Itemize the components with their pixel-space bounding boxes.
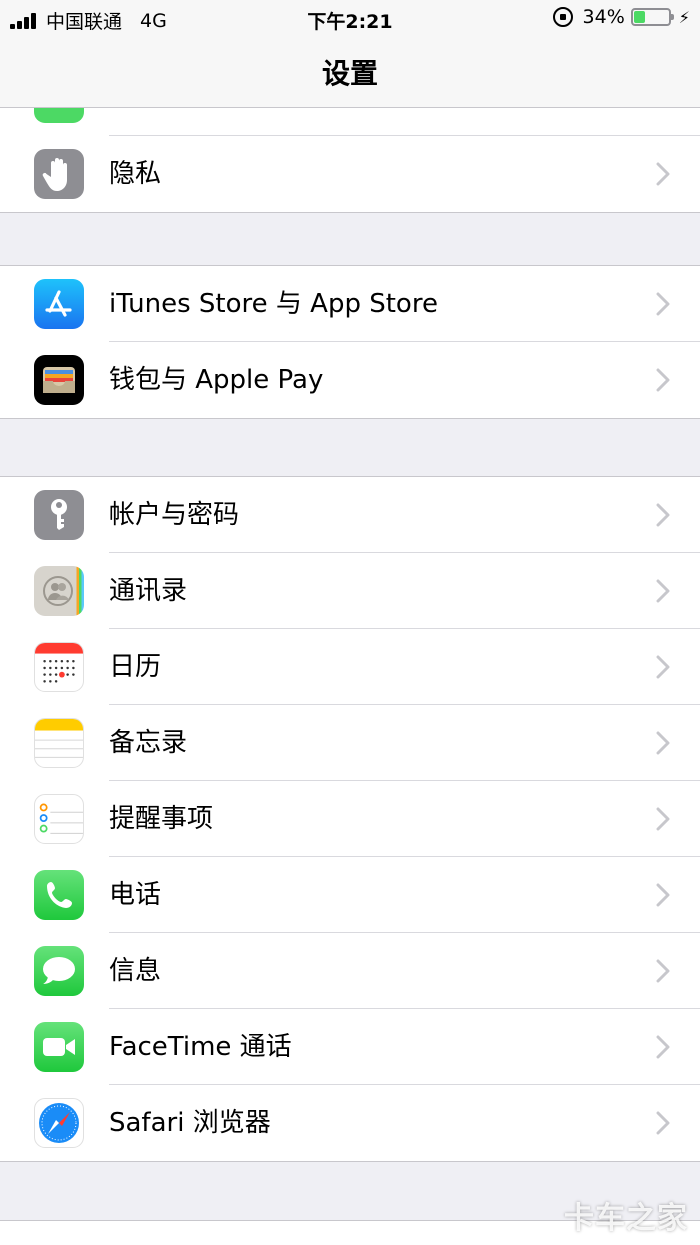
settings-row-safari[interactable]: Safari 浏览器 xyxy=(0,1085,700,1161)
chevron-right-icon xyxy=(656,883,670,907)
clapper-icon xyxy=(34,1229,84,1245)
settings-row-messages[interactable]: 信息 xyxy=(0,933,700,1009)
settings-row-label: 提醒事项 xyxy=(109,804,214,834)
chevron-right-icon xyxy=(656,807,670,831)
charging-bolt-icon: ⚡ xyxy=(678,7,690,27)
notes-icon xyxy=(34,718,84,768)
settings-row-label: 隐私 xyxy=(109,159,162,189)
chevron-right-icon xyxy=(656,162,670,186)
settings-row-label: 钱包与 Apple Pay xyxy=(109,365,324,395)
settings-row-accounts[interactable]: 帐户与密码 xyxy=(0,477,700,553)
settings-row-privacy[interactable]: 隐私 xyxy=(0,136,700,212)
settings-row-contacts[interactable]: 通讯录 xyxy=(0,553,700,629)
chevron-right-icon xyxy=(656,655,670,679)
navigation-bar: 中国联通 4G 下午2:21 34% ⚡ 设置 xyxy=(0,0,700,108)
status-right: 34% ⚡ xyxy=(552,6,690,28)
settings-group-apps: 帐户与密码 通讯录 日历 备忘录 提醒事项 电话 信息 FaceTime 通话 … xyxy=(0,476,700,1162)
settings-screen: 隐私 iTunes Store 与 App Store 钱包与 Apple Pa… xyxy=(0,0,700,1245)
settings-row-label: 电话 xyxy=(109,880,162,910)
chevron-right-icon xyxy=(656,579,670,603)
chevron-right-icon xyxy=(656,503,670,527)
privacy-hand-icon xyxy=(34,149,84,199)
settings-row-label: FaceTime 通话 xyxy=(109,1032,292,1062)
settings-row-label: 信息 xyxy=(109,956,162,986)
settings-row-reminders[interactable]: 提醒事项 xyxy=(0,781,700,857)
key-icon xyxy=(34,490,84,540)
watermark-logo: 卡车之家 xyxy=(564,1201,688,1236)
messages-icon xyxy=(34,946,84,996)
status-bar: 中国联通 4G 下午2:21 34% ⚡ xyxy=(0,0,700,36)
battery-percent: 34% xyxy=(582,6,625,28)
chevron-right-icon xyxy=(656,731,670,755)
settings-row-label: iTunes Store 与 App Store xyxy=(109,289,438,319)
wallet-icon xyxy=(34,355,84,405)
settings-row-wallet[interactable]: 钱包与 Apple Pay xyxy=(0,342,700,418)
settings-row-app-store[interactable]: iTunes Store 与 App Store xyxy=(0,266,700,342)
chevron-right-icon xyxy=(656,368,670,392)
rotation-lock-icon xyxy=(552,7,573,27)
settings-row-label: Safari 浏览器 xyxy=(109,1108,271,1138)
reminders-icon xyxy=(34,794,84,844)
settings-group-store: iTunes Store 与 App Store 钱包与 Apple Pay xyxy=(0,265,700,419)
chevron-right-icon xyxy=(656,292,670,316)
contacts-icon xyxy=(34,566,84,616)
settings-row-calendar[interactable]: 日历 xyxy=(0,629,700,705)
settings-row-phone[interactable]: 电话 xyxy=(0,857,700,933)
settings-row-label: 日历 xyxy=(109,652,162,682)
chevron-right-icon xyxy=(656,959,670,983)
facetime-icon xyxy=(34,1022,84,1072)
settings-row-facetime[interactable]: FaceTime 通话 xyxy=(0,1009,700,1085)
safari-icon xyxy=(34,1098,84,1148)
settings-row-label: 帐户与密码 xyxy=(109,500,240,530)
settings-row-label: 通讯录 xyxy=(109,576,188,606)
settings-row-label: 备忘录 xyxy=(109,728,188,758)
phone-icon xyxy=(34,870,84,920)
settings-row-notes[interactable]: 备忘录 xyxy=(0,705,700,781)
chevron-right-icon xyxy=(656,1111,670,1135)
page-title: 设置 xyxy=(321,57,378,90)
app-store-icon xyxy=(34,279,84,329)
calendar-icon xyxy=(34,642,84,692)
chevron-right-icon xyxy=(656,1035,670,1059)
battery-icon xyxy=(630,8,674,26)
